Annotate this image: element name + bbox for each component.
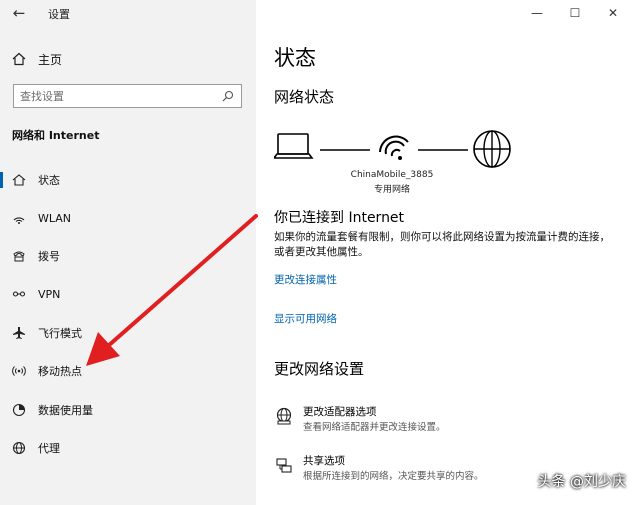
watermark: 头条 @刘少庆: [537, 474, 626, 490]
wifi-icon: [11, 210, 27, 226]
sharing-options-title: 共享选项: [303, 455, 345, 467]
network-status-heading: 网络状态: [274, 88, 335, 106]
search-icon[interactable]: [220, 88, 236, 104]
sidebar-item-status[interactable]: 状态: [0, 165, 256, 195]
sharing-options-desc: 根据所连接到的网络，决定要共享的内容。: [303, 471, 484, 482]
connected-description: 如果你的流量套餐有限制，则你可以将此网络设置为按流量计费的连接，或者更改其他属性…: [274, 231, 610, 258]
sidebar-item-label: WLAN: [38, 211, 72, 225]
change-settings-heading: 更改网络设置: [274, 360, 365, 378]
sharing-icon: [274, 455, 294, 475]
connected-heading: 你已连接到 Internet: [274, 210, 405, 226]
wifi-signal-icon: [379, 135, 409, 160]
adapter-options-item[interactable]: 更改适配器选项 查看网络适配器并更改连接设置。: [274, 404, 594, 436]
app-title: 设置: [48, 8, 70, 21]
sidebar: ← 设置 主页 网络和 Internet 状态 WLAN 拨号: [0, 0, 256, 505]
sidebar-item-proxy[interactable]: 代理: [0, 433, 256, 463]
window-controls: — ☐ ✕: [518, 0, 632, 26]
close-icon[interactable]: ✕: [594, 0, 632, 26]
search-input[interactable]: [14, 89, 220, 103]
back-arrow-icon[interactable]: ←: [10, 4, 28, 22]
vpn-icon: [11, 286, 27, 302]
network-type: 专用网络: [373, 185, 410, 195]
section-label: 网络和 Internet: [12, 129, 100, 142]
data-usage-icon: [11, 402, 27, 418]
globe-icon: [11, 440, 27, 456]
internet-globe-icon: [473, 130, 511, 168]
change-connection-properties-link[interactable]: 更改连接属性: [274, 272, 337, 287]
airplane-icon: [11, 325, 27, 341]
sidebar-item-label: 状态: [38, 174, 60, 187]
sidebar-item-label: 代理: [38, 442, 60, 455]
main-panel: — ☐ ✕ 状态 网络状态 ChinaMobile_3885 专用网络 你已连接…: [256, 0, 640, 505]
maximize-icon[interactable]: ☐: [556, 0, 594, 26]
home-nav-item[interactable]: 主页: [12, 50, 62, 68]
home-status-icon: [11, 172, 27, 188]
sidebar-item-hotspot[interactable]: 移动热点: [0, 356, 256, 386]
search-box[interactable]: [13, 84, 242, 108]
home-label: 主页: [38, 52, 63, 67]
adapter-options-desc: 查看网络适配器并更改连接设置。: [303, 422, 446, 433]
sidebar-item-vpn[interactable]: VPN: [0, 279, 256, 309]
show-available-networks-link[interactable]: 显示可用网络: [274, 311, 337, 326]
selection-indicator: [0, 172, 3, 188]
sidebar-item-label: 拨号: [38, 250, 60, 263]
sidebar-item-label: 飞行模式: [38, 327, 82, 340]
sidebar-item-airplane[interactable]: 飞行模式: [0, 318, 256, 348]
sidebar-item-label: 移动热点: [38, 365, 82, 378]
sidebar-item-wlan[interactable]: WLAN: [0, 203, 256, 233]
network-name: ChinaMobile_3885: [350, 170, 434, 180]
sidebar-item-label: 数据使用量: [38, 404, 93, 417]
home-icon: [12, 52, 26, 66]
hotspot-icon: [11, 363, 27, 379]
page-title: 状态: [274, 46, 316, 70]
sidebar-item-dialup[interactable]: 拨号: [0, 241, 256, 271]
dialup-icon: [11, 248, 27, 264]
sidebar-item-label: VPN: [38, 287, 61, 301]
sidebar-item-data-usage[interactable]: 数据使用量: [0, 395, 256, 425]
network-diagram: [274, 130, 511, 168]
adapter-options-title: 更改适配器选项: [303, 406, 377, 418]
minimize-icon[interactable]: —: [518, 0, 556, 26]
laptop-icon: [274, 133, 314, 159]
adapter-globe-icon: [274, 406, 294, 426]
